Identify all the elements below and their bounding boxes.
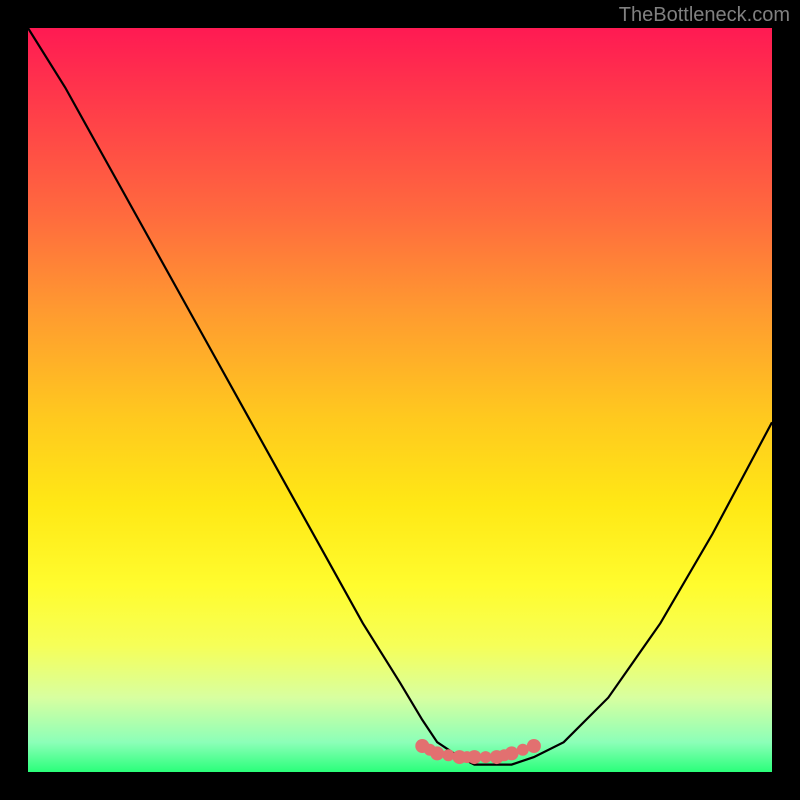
chart-svg [28,28,772,772]
watermark-text: TheBottleneck.com [619,4,790,27]
bottleneck-curve [28,28,772,765]
